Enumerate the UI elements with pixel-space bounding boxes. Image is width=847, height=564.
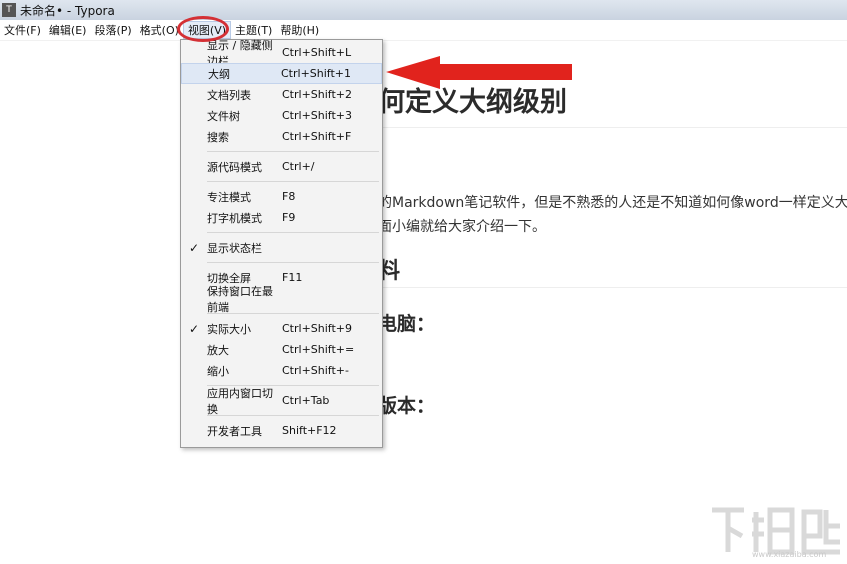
window-title: 未命名• - Typora [20, 3, 115, 18]
typora-app-icon: T [2, 3, 16, 17]
view-menu-item-label: 打字机模式 [207, 211, 262, 225]
view-menu-item[interactable]: 放大 Ctrl+Shift+= [181, 339, 382, 360]
view-menu-item-shortcut: F8 [282, 190, 296, 203]
menu-3[interactable]: 格式(O) [136, 22, 183, 38]
view-menu-item-shortcut: Ctrl+Shift+9 [282, 322, 353, 335]
view-menu-item-shortcut: Ctrl+Shift+L [282, 46, 352, 59]
view-menu-item[interactable]: 文档列表 Ctrl+Shift+2 [181, 84, 382, 105]
checkmark-icon: ✓ [188, 240, 200, 255]
document-heading-3-computer[interactable]: 电脑： [378, 309, 435, 336]
view-menu-item-label: 大纲 [208, 67, 230, 81]
view-menu-item[interactable]: 保持窗口在最前端 [181, 285, 382, 314]
document-paragraph-line-2[interactable]: 面小编就给大家介绍一下。 [378, 216, 546, 236]
view-menu-item-label: 搜索 [207, 130, 229, 144]
view-menu-item-shortcut: Ctrl+Shift+1 [281, 67, 352, 80]
view-menu-item[interactable]: 搜索 Ctrl+Shift+F [181, 126, 382, 147]
menu-bar: 文件(F) 编辑(E) 段落(P) 格式(O) 视图(V) 主题(T) 帮助(H) [0, 20, 847, 41]
watermark-url: www.xiazaiba.com [752, 550, 827, 559]
menu-1[interactable]: 编辑(E) [45, 22, 91, 38]
view-menu-item-shortcut: F9 [282, 211, 296, 224]
view-menu-item[interactable]: 应用内窗口切换 Ctrl+Tab [181, 387, 382, 416]
view-menu-dropdown: 显示 / 隐藏侧边栏 Ctrl+Shift+L 大纲 Ctrl+Shift+1 文档列表… [180, 39, 383, 448]
view-menu-item-label: 保持窗口在最前端 [207, 284, 273, 314]
view-menu-item-shortcut: F11 [282, 271, 303, 284]
view-menu-item-shortcut: Ctrl+Shift+3 [282, 109, 353, 122]
title-bar: T 未命名• - Typora [0, 0, 847, 20]
view-menu-item[interactable]: ✓ 实际大小 Ctrl+Shift+9 [181, 318, 382, 339]
menu-separator [207, 181, 379, 182]
view-menu-item-label: 源代码模式 [207, 160, 262, 174]
annotation-circle [177, 16, 229, 42]
view-menu-item-label: 缩小 [207, 364, 229, 378]
view-menu-item[interactable]: 缩小 Ctrl+Shift+- [181, 360, 382, 381]
menu-separator [207, 232, 379, 233]
view-menu-item-shortcut: Ctrl+Shift+2 [282, 88, 353, 101]
view-menu-item[interactable]: 打字机模式 F9 [181, 207, 382, 228]
view-menu-item[interactable]: 源代码模式 Ctrl+/ [181, 156, 382, 177]
view-menu-item-shortcut: Ctrl+Shift+- [282, 364, 349, 377]
document-heading-1[interactable]: 何定义大纲级别 [378, 80, 567, 119]
view-menu-item-shortcut: Ctrl+Shift+F [282, 130, 352, 143]
document-paragraph-line-1[interactable]: 的Markdown笔记软件，但是不熟悉的人还是不知道如何像word一样定义大 [378, 192, 847, 212]
view-menu-item-label: 显示状态栏 [207, 241, 262, 255]
watermark-logo: www.xiazaiba.com [708, 502, 844, 560]
view-menu-item[interactable]: 开发者工具 Shift+F12 [181, 420, 382, 441]
view-menu-item-shortcut: Ctrl+Tab [282, 394, 330, 407]
view-menu-item-shortcut: Shift+F12 [282, 424, 337, 437]
view-menu-item-label: 专注模式 [207, 190, 251, 204]
view-menu-item[interactable]: ✓ 显示状态栏 [181, 237, 382, 258]
view-menu-item[interactable]: 显示 / 隐藏侧边栏 Ctrl+Shift+L [181, 39, 382, 68]
checkmark-icon: ✓ [188, 321, 200, 336]
view-menu-item-label: 文档列表 [207, 88, 251, 102]
view-menu-item-label: 实际大小 [207, 322, 251, 336]
menu-6[interactable]: 帮助(H) [276, 22, 323, 38]
view-menu-item-shortcut: Ctrl+Shift+= [282, 343, 355, 356]
view-menu-item-label: 文件树 [207, 109, 240, 123]
view-menu-item-shortcut: Ctrl+/ [282, 160, 315, 173]
menu-separator [207, 151, 379, 152]
view-menu-item-label: 开发者工具 [207, 424, 262, 438]
view-menu-item[interactable]: 文件树 Ctrl+Shift+3 [181, 105, 382, 126]
view-menu-item-label: 应用内窗口切换 [207, 386, 273, 416]
menu-separator [207, 262, 379, 263]
view-menu-item[interactable]: 专注模式 F8 [181, 186, 382, 207]
menu-2[interactable]: 段落(P) [90, 22, 135, 38]
view-menu-item-label: 放大 [207, 343, 229, 357]
menu-0[interactable]: 文件(F) [0, 22, 45, 38]
view-menu-item[interactable]: 大纲 Ctrl+Shift+1 [181, 63, 382, 84]
document-heading-3-version[interactable]: 版本： [378, 391, 435, 418]
